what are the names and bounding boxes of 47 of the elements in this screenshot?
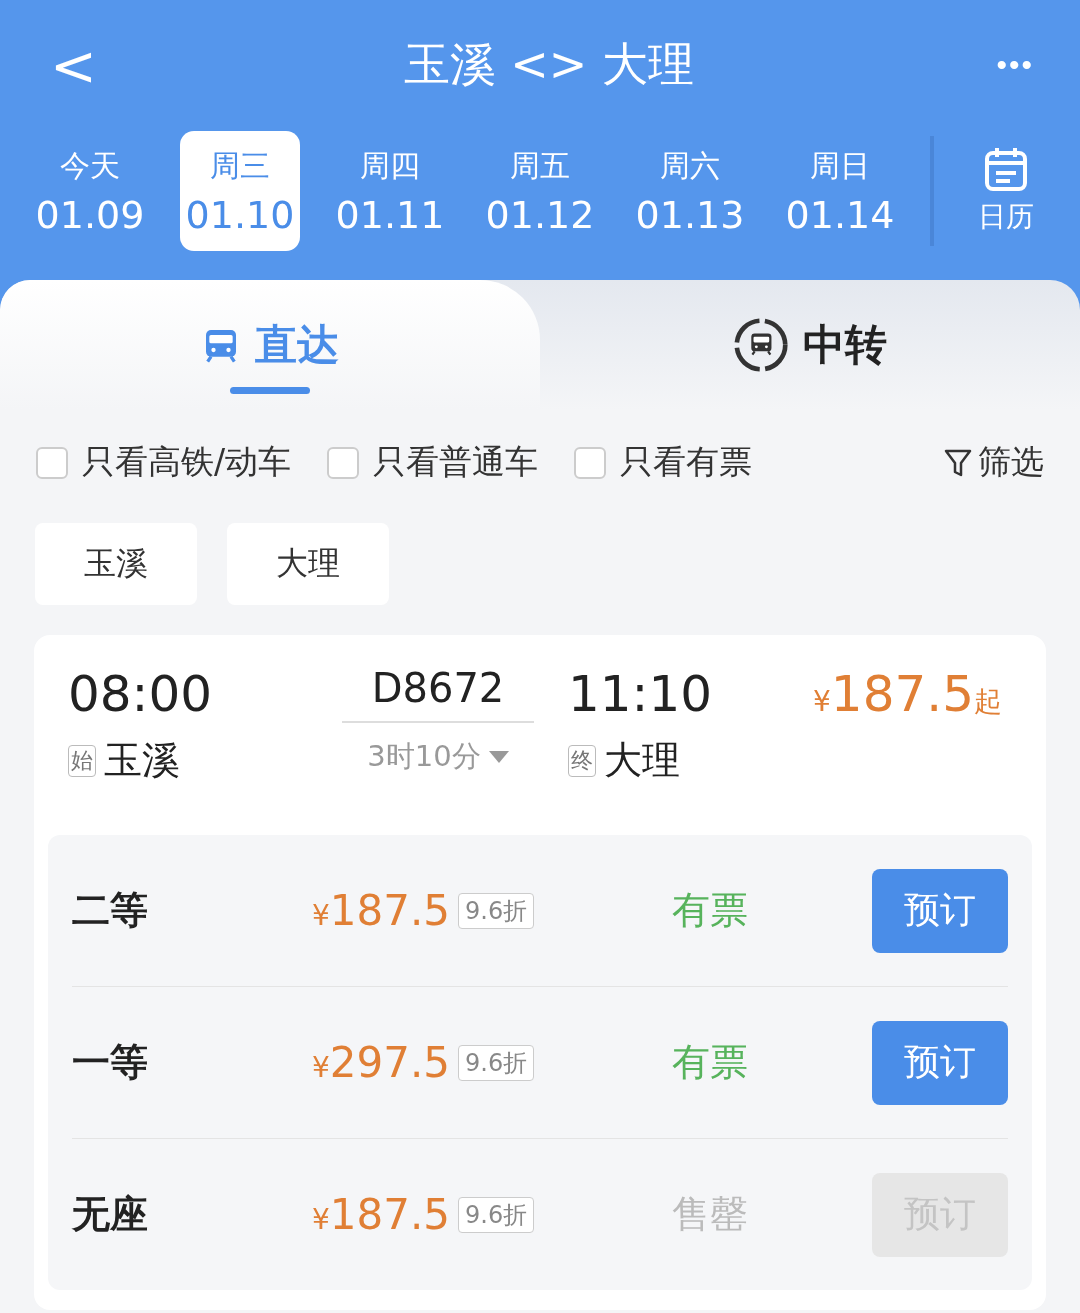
checkbox[interactable]	[36, 446, 68, 479]
departure-station: 玉溪	[104, 737, 180, 784]
caret-icon[interactable]	[488, 751, 509, 763]
station-chip[interactable]: 大理	[227, 523, 389, 605]
seat-class: 一等	[72, 1039, 149, 1086]
date-tab[interactable]: 周日 01.14	[780, 131, 900, 251]
date-tab[interactable]: 今天 01.09	[30, 131, 150, 251]
route-title: 玉溪 <> 大理	[403, 36, 694, 93]
date-tab[interactable]: 周四 01.11	[330, 131, 450, 251]
ticket-status: 售罄	[671, 1191, 749, 1238]
arrival-time: 11:10	[568, 665, 714, 723]
departure-time: 08:00	[68, 665, 214, 723]
discount-tag: 9.6折	[458, 892, 535, 929]
filter-label[interactable]: 只看有票	[620, 440, 753, 485]
back-button[interactable]: <	[40, 32, 107, 98]
filter-label[interactable]: 只看高铁/动车	[82, 440, 292, 485]
station-chip[interactable]: 玉溪	[35, 523, 197, 605]
checkbox[interactable]	[327, 446, 360, 479]
filter-button[interactable]: 筛选	[978, 440, 1044, 485]
lowest-price: ¥187.5起	[812, 665, 1003, 723]
checkbox[interactable]	[574, 446, 607, 479]
filter-label[interactable]: 只看普通车	[373, 440, 539, 485]
date-tab[interactable]: 周六 01.13	[630, 131, 750, 251]
calendar-icon[interactable]	[984, 146, 1028, 192]
route-tab[interactable]: 中转	[540, 280, 1080, 410]
discount-tag: 9.6折	[458, 1044, 535, 1081]
date-tab[interactable]: 周五 01.12	[480, 131, 600, 251]
terminal-tag: 终	[568, 744, 596, 777]
calendar-label[interactable]: 日历	[978, 198, 1034, 236]
ticket-status: 有票	[671, 1039, 749, 1086]
arrival-station: 大理	[604, 737, 680, 784]
discount-tag: 9.6折	[458, 1196, 535, 1233]
seat-price: ¥187.5	[312, 1190, 451, 1239]
book-button[interactable]: 预订	[872, 868, 1008, 953]
origin-tag: 始	[68, 744, 96, 777]
train-number: D8672	[341, 665, 535, 723]
transfer-train-icon	[733, 317, 789, 373]
seat-class: 二等	[72, 887, 149, 934]
seat-price: ¥297.5	[312, 1038, 451, 1087]
book-button[interactable]: 预订	[872, 1020, 1008, 1105]
more-button[interactable]: •••	[990, 47, 1040, 83]
seat-class: 无座	[72, 1191, 149, 1238]
date-tab[interactable]: 周三 01.10	[180, 131, 300, 251]
filter-icon[interactable]	[944, 447, 972, 478]
ticket-status: 有票	[671, 887, 749, 934]
seat-price: ¥187.5	[312, 886, 451, 935]
duration: 3时10分	[367, 738, 481, 775]
